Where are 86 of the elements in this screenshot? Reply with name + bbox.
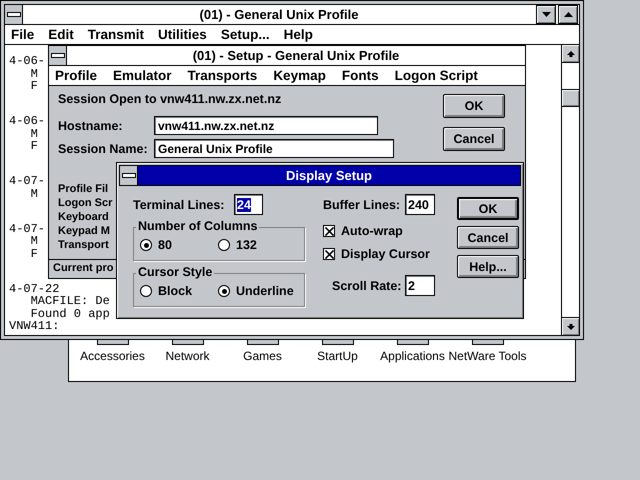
menu-item[interactable]: Profile	[55, 68, 98, 83]
scrollbar[interactable]	[561, 45, 579, 335]
menu-item[interactable]: Help	[284, 27, 313, 42]
minimize-icon[interactable]	[536, 5, 556, 24]
text-field[interactable]: General Unix Profile	[154, 139, 394, 158]
maximize-icon[interactable]	[558, 5, 578, 24]
checkbox-label[interactable]: Display Cursor	[341, 247, 430, 261]
terminal-line: F	[30, 248, 38, 260]
radio-label[interactable]: 132	[236, 238, 257, 252]
text-field[interactable]: 240	[405, 194, 435, 215]
group-label[interactable]: Games	[243, 349, 282, 363]
terminal-line: VNW411:	[9, 320, 60, 332]
radio-label[interactable]: 80	[158, 238, 172, 252]
setting-label: Logon Scr	[58, 196, 112, 210]
window-title: (01) - Setup - General Unix Profile	[192, 48, 400, 63]
window-title: (01) - General Unix Profile	[198, 7, 360, 22]
scroll-thumb[interactable]	[562, 89, 579, 107]
group-title: Number of Columns	[136, 219, 260, 233]
field-label: Hostname:	[58, 118, 124, 132]
session-status: Session Open to vnw411.nw.zx.net.nz	[58, 92, 282, 106]
terminal-line: 4-07-	[9, 222, 46, 235]
terminal-line: MACFILE: De	[30, 295, 110, 308]
text-field[interactable]: vnw411.nw.zx.net.nz	[154, 116, 378, 135]
terminal-line: 4-06-	[9, 55, 46, 68]
checkbox[interactable]	[323, 225, 335, 237]
group-label[interactable]: Accessories	[80, 349, 145, 363]
text-field[interactable]: 2	[405, 275, 435, 296]
field-label: Scroll Rate:	[332, 278, 402, 292]
terminal-line: M	[30, 188, 38, 200]
terminal-line: 4-06-	[9, 115, 46, 128]
field-label: Buffer Lines:	[323, 198, 400, 212]
setting-label: Keypad M	[58, 224, 110, 238]
menu-item[interactable]: Edit	[48, 27, 74, 42]
system-menu-icon[interactable]	[120, 166, 138, 185]
group-icon[interactable]	[96, 340, 128, 345]
terminal-line: 4-07-22	[9, 282, 60, 295]
radio-label[interactable]: Underline	[236, 284, 294, 298]
group-icon[interactable]	[246, 340, 278, 345]
group-icon[interactable]	[396, 340, 428, 345]
menu-item[interactable]: Emulator	[113, 68, 172, 83]
terminal-line: M	[30, 68, 38, 80]
group-icon[interactable]	[172, 340, 204, 345]
menu-item[interactable]: Transports	[188, 68, 258, 83]
terminal-line: 4-07-	[9, 175, 46, 188]
up-arrow-icon[interactable]	[566, 50, 574, 56]
terminal-line: Found 0 app	[30, 308, 110, 320]
dialog-button[interactable]: Cancel	[443, 127, 505, 151]
system-menu-icon[interactable]	[49, 46, 67, 65]
setting-label: Keyboard	[58, 210, 109, 224]
menu-item[interactable]: Fonts	[342, 68, 379, 83]
field-label: Terminal Lines:	[133, 198, 224, 212]
dialog-button[interactable]: Help...	[457, 255, 519, 278]
group-label[interactable]: Network	[165, 349, 210, 363]
radio-button[interactable]	[140, 285, 152, 297]
field-label: Session Name:	[58, 142, 149, 156]
radio-button[interactable]	[218, 285, 230, 297]
dialog-button[interactable]: OK	[443, 94, 505, 118]
checkbox[interactable]	[323, 248, 335, 260]
setting-label: Profile Fil	[58, 182, 108, 196]
menu-item[interactable]: Utilities	[158, 27, 207, 42]
down-arrow-icon[interactable]	[566, 324, 574, 330]
menu-item[interactable]: File	[11, 27, 34, 42]
menu-item[interactable]: Setup...	[220, 27, 270, 42]
menu-item[interactable]: Logon Script	[394, 68, 478, 83]
radio-button[interactable]	[140, 239, 152, 251]
radio-button[interactable]	[218, 239, 230, 251]
menu-item[interactable]: Transmit	[88, 27, 144, 42]
terminal-line: M	[30, 235, 38, 248]
menu-item[interactable]: Keymap	[273, 68, 326, 83]
text-field[interactable]: 24	[234, 194, 263, 215]
group-label[interactable]: Applications	[380, 349, 445, 363]
dialog-title: Display Setup	[285, 168, 373, 183]
system-menu-icon[interactable]	[5, 5, 23, 24]
group-label[interactable]: StartUp	[317, 349, 358, 363]
dialog-button[interactable]: OK	[457, 197, 519, 220]
terminal-line: F	[30, 140, 38, 152]
setting-label: Transport	[58, 238, 109, 252]
group-icon[interactable]	[472, 340, 504, 345]
terminal-line: M	[30, 128, 38, 140]
group-icon[interactable]	[322, 340, 354, 345]
radio-label[interactable]: Block	[158, 284, 192, 298]
group-label[interactable]: NetWare Tools	[448, 349, 527, 363]
dialog-button[interactable]: Cancel	[457, 226, 519, 249]
group-title: Cursor Style	[136, 265, 214, 279]
checkbox-label[interactable]: Auto-wrap	[341, 224, 403, 238]
terminal-line: F	[30, 80, 38, 92]
